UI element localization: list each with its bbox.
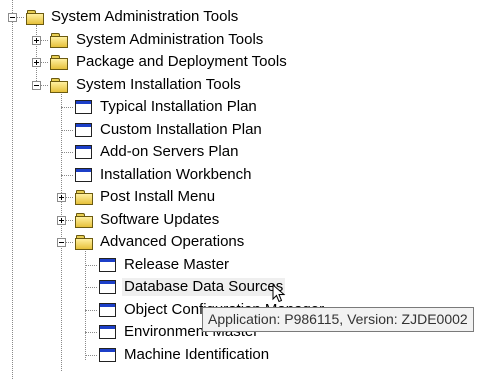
tree-node-label: Package and Deployment Tools	[76, 53, 287, 70]
plus-expander-icon[interactable]	[57, 193, 66, 202]
folder-icon	[75, 190, 93, 205]
tree-connector	[36, 25, 37, 87]
tree-connector	[61, 107, 73, 108]
application-window-icon	[75, 168, 92, 182]
tree-connector	[61, 130, 73, 131]
tree-node-label: Machine Identification	[124, 346, 270, 363]
tree-node-label: Database Data Sources	[122, 278, 286, 296]
folder-icon	[26, 10, 44, 25]
plus-expander-icon[interactable]	[57, 216, 66, 225]
collapse-expander-icon[interactable]	[8, 13, 17, 22]
folder-icon	[75, 213, 93, 228]
tree-connector	[85, 265, 97, 266]
tree-connector	[12, 0, 13, 379]
application-window-icon	[99, 325, 116, 339]
tree-node-label: Installation Workbench	[100, 166, 252, 183]
folder-icon	[50, 33, 68, 48]
tree-node-label: Post Install Menu	[100, 188, 216, 205]
tooltip: Application: P986115, Version: ZJDE0002	[202, 307, 474, 332]
tree-connector	[85, 287, 97, 288]
application-window-icon	[75, 123, 92, 137]
tree-connector	[61, 152, 73, 153]
folder-icon	[75, 235, 93, 250]
application-window-icon	[99, 258, 116, 272]
collapse-expander-icon[interactable]	[57, 238, 66, 247]
folder-icon	[50, 55, 68, 70]
application-window-icon	[99, 280, 116, 294]
folder-icon	[50, 78, 68, 93]
tree-node-label: System Installation Tools	[76, 76, 241, 93]
application-window-icon	[75, 100, 92, 114]
application-window-icon	[75, 145, 92, 159]
application-window-icon	[99, 348, 116, 362]
tree-node-label: Typical Installation Plan	[100, 98, 257, 115]
plus-expander-icon[interactable]	[32, 36, 41, 45]
tree-connector	[85, 310, 97, 311]
tree-node-label: Advanced Operations	[100, 233, 245, 250]
tree-connector	[85, 355, 97, 356]
tree-connector	[85, 332, 97, 333]
application-window-icon	[99, 303, 116, 317]
tree-node-label: System Administration Tools	[76, 31, 264, 48]
tree-node-label: Add-on Servers Plan	[100, 143, 239, 160]
collapse-expander-icon[interactable]	[32, 81, 41, 90]
tree-connector	[61, 175, 73, 176]
tree-node-label: System Administration Tools	[51, 8, 239, 25]
mouse-pointer-icon	[272, 284, 286, 303]
tree-node-label: Software Updates	[100, 211, 220, 228]
plus-expander-icon[interactable]	[32, 58, 41, 67]
tree-node-label: Custom Installation Plan	[100, 121, 262, 138]
tree-node-label: Release Master	[124, 256, 230, 273]
tree-connector	[61, 92, 62, 371]
